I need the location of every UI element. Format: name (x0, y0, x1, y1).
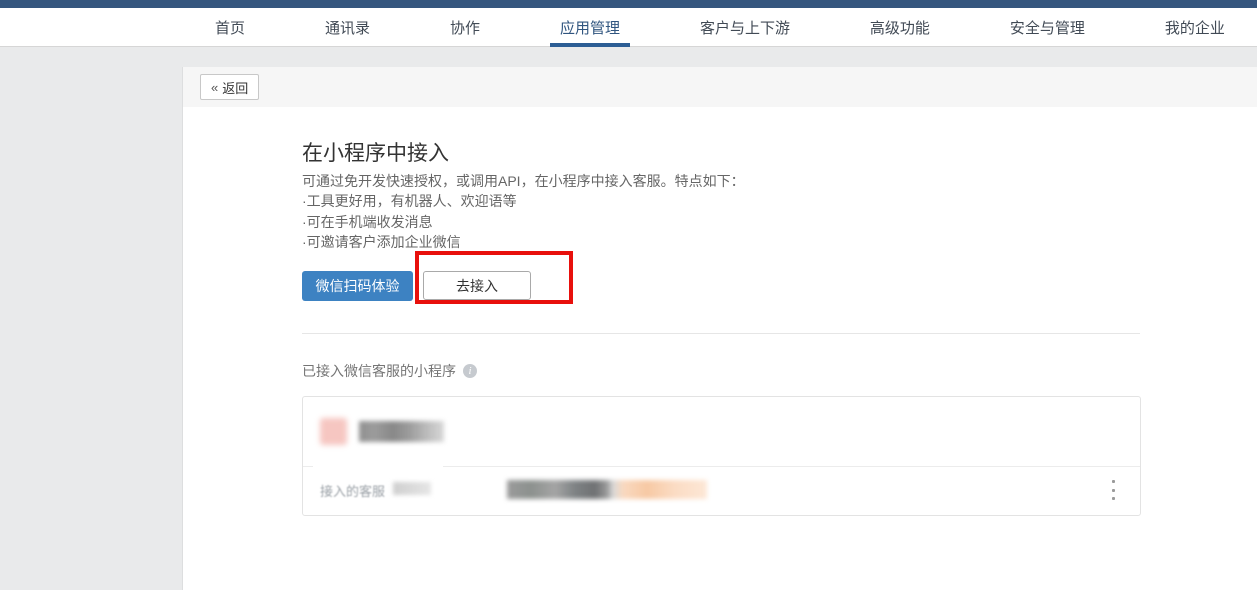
tab-label: 应用管理 (560, 17, 620, 38)
page-title: 在小程序中接入 (302, 137, 449, 167)
feature-bullets: ·工具更好用，有机器人、欢迎语等 ·可在手机端收发消息 ·可邀请客户添加企业微信 (302, 191, 517, 253)
tab-label: 高级功能 (870, 17, 930, 38)
go-connect-button[interactable]: 去接入 (423, 271, 531, 300)
navbar-items: 首页 通讯录 协作 应用管理 客户与上下游 高级功能 安全与管理 我的企业 (205, 8, 1235, 46)
miniprogram-card: 接入的客服 (302, 396, 1141, 516)
section-title-text: 已接入微信客服的小程序 (302, 361, 456, 381)
redacted-app-name (359, 421, 444, 442)
tab-customers[interactable]: 客户与上下游 (690, 8, 800, 46)
redacted-account-value (507, 480, 707, 499)
back-button-label: 返回 (222, 78, 248, 97)
browser-top-strip (0, 0, 1257, 8)
tab-label: 协作 (450, 17, 480, 38)
tab-label: 我的企业 (1165, 17, 1225, 38)
tab-home[interactable]: 首页 (205, 8, 255, 46)
connected-miniprogram-section-title: 已接入微信客服的小程序 i (302, 361, 477, 381)
tab-contacts[interactable]: 通讯录 (315, 8, 380, 46)
wechat-scan-button[interactable]: 微信扫码体验 (302, 271, 413, 301)
blur-smear (313, 465, 443, 479)
tab-label: 首页 (215, 17, 245, 38)
miniprogram-summary-row (303, 397, 1140, 467)
back-chevrons-icon: « (211, 80, 218, 95)
content-panel: « 返回 在小程序中接入 可通过免开发快速授权，或调用API，在小程序中接入客服… (182, 67, 1257, 590)
tab-label: 客户与上下游 (700, 17, 790, 38)
bullet-item: ·工具更好用，有机器人、欢迎语等 (302, 191, 517, 212)
redacted-app-icon (320, 418, 347, 445)
back-button[interactable]: « 返回 (200, 74, 259, 100)
panel-header-strip: « 返回 (183, 67, 1257, 107)
bullet-item: ·可在手机端收发消息 (302, 212, 517, 233)
tab-advanced[interactable]: 高级功能 (860, 8, 940, 46)
redacted-label-tail (393, 482, 431, 495)
tab-app-management[interactable]: 应用管理 (550, 8, 630, 46)
section-divider (302, 333, 1140, 334)
intro-text: 可通过免开发快速授权，或调用API，在小程序中接入客服。特点如下： (302, 171, 745, 191)
tab-collaboration[interactable]: 协作 (440, 8, 490, 46)
bullet-item: ·可邀请客户添加企业微信 (302, 232, 517, 253)
connected-account-label: 接入的客服 (320, 481, 385, 500)
tab-my-company[interactable]: 我的企业 (1155, 8, 1235, 46)
info-icon[interactable]: i (463, 364, 477, 378)
tab-label: 通讯录 (325, 17, 370, 38)
connected-account-row: 接入的客服 (303, 465, 1140, 515)
top-navbar: 首页 通讯录 协作 应用管理 客户与上下游 高级功能 安全与管理 我的企业 (0, 8, 1257, 47)
tab-security[interactable]: 安全与管理 (1000, 8, 1095, 46)
tab-label: 安全与管理 (1010, 17, 1085, 38)
kebab-menu-icon[interactable] (1106, 480, 1120, 500)
